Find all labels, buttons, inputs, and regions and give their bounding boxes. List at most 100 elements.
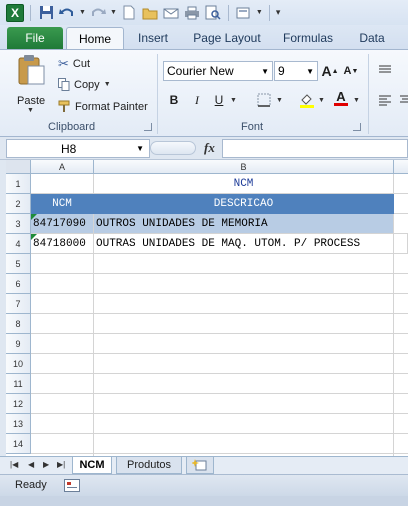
tab-formulas[interactable]: Formulas [276,27,340,49]
formula-bar: H8 ▼ fx [0,137,408,160]
row-header[interactable]: 8 [6,314,31,334]
header-cell-ncm[interactable]: NCM [31,194,94,214]
row-header[interactable]: 2 [6,194,31,214]
last-sheet-icon[interactable]: ▶| [57,460,65,469]
font-dialog-launcher-icon[interactable] [353,123,361,131]
row-header[interactable]: 3 [6,214,31,234]
paste-label: Paste [17,95,46,107]
row-header[interactable]: 14 [6,434,31,454]
format-painter-button[interactable]: Format Painter [58,100,148,113]
name-box[interactable]: H8 ▼ [6,139,150,158]
row-header[interactable]: 1 [6,174,31,194]
new-document-icon[interactable] [120,4,138,22]
paste-button[interactable]: Paste ▼ [14,54,48,114]
print-icon[interactable] [183,4,201,22]
copy-button[interactable]: Copy ▼ [58,78,111,91]
fill-color-dropdown-icon[interactable]: ▼ [318,97,325,104]
table-cell-descricao[interactable]: OUTRAS UNIDADES DE MAQ. UTOM. P/ PROCESS [94,234,408,254]
cut-label: Cut [72,58,91,70]
font-color-button[interactable]: A [331,88,351,108]
qat-overflow-icon[interactable]: ▾ [276,7,281,18]
formula-bar-splitter[interactable] [150,141,196,155]
borders-button[interactable] [254,90,274,110]
excel-logo-icon[interactable]: X [6,3,24,22]
insert-function-icon[interactable]: fx [204,140,215,156]
row-header[interactable]: 4 [6,234,31,254]
align-left-button[interactable] [375,90,395,110]
row-header[interactable]: 5 [6,254,31,274]
email-icon[interactable] [162,4,180,22]
tab-page-layout[interactable]: Page Layout [188,27,266,49]
font-size-combo[interactable]: 9 ▼ [274,61,318,81]
copy-icon [58,78,70,91]
shrink-font-icon: A [343,65,352,77]
font-size-dropdown-icon[interactable]: ▼ [306,67,314,76]
paste-dropdown-icon: ▼ [27,107,34,114]
column-header-c[interactable] [394,160,408,174]
window-bottom-edge [0,496,408,506]
underline-button[interactable]: U [209,90,229,110]
bold-button[interactable]: B [164,90,184,110]
record-macro-icon[interactable] [64,479,80,492]
tab-insert[interactable]: Insert [128,27,178,49]
status-ready: Ready [15,479,47,491]
table-cell-ncm[interactable]: 84717090 [31,214,94,234]
sheet-tab-produtos[interactable]: Produtos [116,457,182,474]
column-header-a[interactable]: A [31,160,94,174]
first-sheet-icon[interactable]: |◀ [10,460,18,469]
qat-more-dropdown-icon[interactable]: ▼ [256,9,263,16]
shrink-font-button[interactable]: A ▼ [341,61,361,81]
worksheet-grid[interactable]: A B 1 2 3 4 5 6 7 8 9 10 11 12 13 14 NCM… [6,160,408,456]
row-header[interactable]: 7 [6,294,31,314]
row-header[interactable]: 9 [6,334,31,354]
select-all-corner[interactable] [6,160,31,174]
row-header[interactable]: 11 [6,374,31,394]
font-name-dropdown-icon[interactable]: ▼ [261,67,269,76]
align-top-button[interactable] [375,60,395,80]
table-cell-descricao[interactable]: OUTROS UNIDADES DE MEMORIA [94,214,394,234]
row-header[interactable]: 6 [6,274,31,294]
font-color-dropdown-icon[interactable]: ▼ [353,97,360,104]
header-cell-descricao[interactable]: DESCRICAO [94,194,394,214]
tab-file[interactable]: File [7,27,63,49]
fill-color-button[interactable] [297,90,317,110]
tab-home[interactable]: Home [66,27,124,49]
row-header[interactable]: 10 [6,354,31,374]
redo-icon[interactable] [89,4,107,22]
open-folder-icon[interactable] [141,4,159,22]
error-indicator-icon[interactable] [31,234,37,240]
borders-dropdown-icon[interactable]: ▼ [276,97,283,104]
cell-title[interactable]: NCM [94,174,394,194]
font-name-combo[interactable]: Courier New ▼ [163,61,273,81]
grow-font-button[interactable]: A ▲ [320,61,340,81]
formula-input[interactable] [222,139,408,158]
cut-button[interactable]: ✂ Cut [58,56,90,72]
tab-data[interactable]: Data [350,27,394,49]
column-header-b[interactable]: B [94,160,394,174]
insert-sheet-button[interactable] [186,457,214,474]
insert-sheet-icon [192,459,207,471]
status-bar: Ready [0,474,408,496]
row-header[interactable]: 12 [6,394,31,414]
prev-sheet-icon[interactable]: ◀ [28,460,34,469]
font-color-icon: A [336,89,346,104]
error-indicator-icon[interactable] [31,214,37,220]
clipboard-dialog-launcher-icon[interactable] [144,123,152,131]
italic-button[interactable]: I [187,90,207,110]
table-cell-ncm[interactable]: 84718000 [31,234,94,254]
print-preview-icon[interactable] [204,4,222,22]
clipboard-group-label: Clipboard [48,121,96,133]
qat-separator [268,4,270,21]
save-icon[interactable] [37,4,55,22]
next-sheet-icon[interactable]: ▶ [43,460,49,469]
align-center-button[interactable] [396,90,408,110]
sheet-tab-ncm[interactable]: NCM [72,457,112,474]
undo-icon[interactable] [58,4,76,22]
ribbon-group-separator [368,54,369,134]
customize-qat-icon[interactable] [235,4,253,22]
row-header[interactable]: 13 [6,414,31,434]
undo-dropdown-icon[interactable]: ▼ [79,9,86,16]
underline-dropdown-icon[interactable]: ▼ [230,97,237,104]
name-box-dropdown-icon[interactable]: ▼ [136,144,144,153]
redo-dropdown-icon[interactable]: ▼ [110,9,117,16]
